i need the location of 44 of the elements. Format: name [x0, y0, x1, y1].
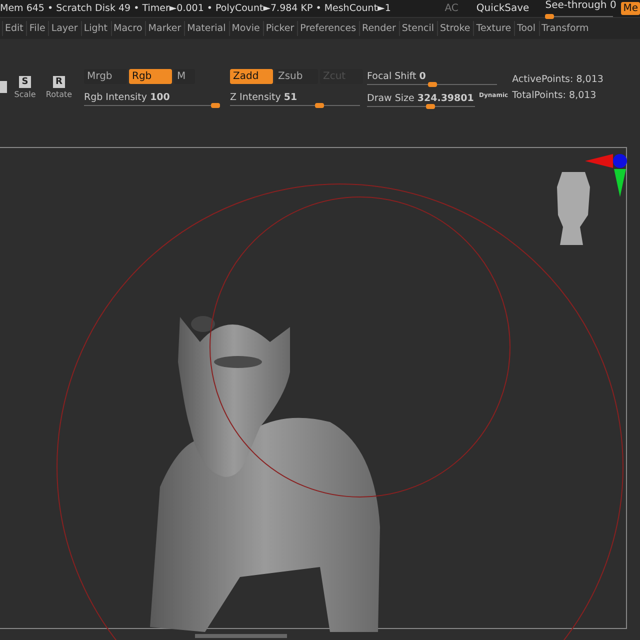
rgb-mode-toggle[interactable]: Mrgb	[84, 68, 127, 84]
see-through-slider-label: See-through 0	[545, 0, 616, 11]
tool-key-icon[interactable]: S	[19, 76, 31, 88]
ac-label[interactable]: AC	[444, 3, 458, 14]
z-mode-toggle[interactable]: Zadd	[230, 68, 273, 84]
slider-label: Focal Shift 0	[367, 70, 426, 82]
menu-item[interactable]: Stencil	[398, 21, 436, 36]
menu-item[interactable]: Stroke	[436, 21, 472, 36]
menu-item[interactable]: Edit	[2, 21, 26, 36]
menu-item[interactable]: Tool	[514, 21, 538, 36]
slider-thumb[interactable]	[426, 104, 436, 108]
axis-gizmo-icon	[585, 154, 627, 197]
menu-item[interactable]: Transform	[538, 21, 591, 36]
menu-item[interactable]: Marker	[145, 21, 184, 36]
rgb-mode-toggle[interactable]: Rgb	[129, 68, 172, 84]
menu-item[interactable]: Picker	[262, 21, 296, 36]
quicksave-button[interactable]: QuickSave	[476, 3, 530, 14]
menu-item[interactable]: Render	[359, 21, 398, 36]
tool-key-icon[interactable]: R	[53, 76, 65, 88]
points-count: ActivePoints: 8,013	[512, 74, 604, 84]
menu-item[interactable]: Material	[184, 21, 228, 36]
slider-label: Draw Size 324.39801	[367, 92, 474, 104]
status-stats: Mem 645 • Scratch Disk 49 • Timer►0.001 • PolyCount►7.984 KP • MeshCount►1	[0, 3, 391, 14]
tool-label[interactable]: Rotate	[46, 90, 72, 98]
menu-item[interactable]: Movie	[228, 21, 262, 36]
menu-button[interactable]: Me	[621, 2, 640, 15]
head-orientation-icon	[557, 172, 590, 245]
menu-item[interactable]: Layer	[48, 21, 80, 36]
menu-item[interactable]: Light	[80, 21, 110, 36]
slider-label: Z Intensity 51	[230, 92, 298, 102]
menu-item[interactable]: Preferences	[297, 21, 358, 36]
slider-thumb[interactable]	[545, 14, 554, 19]
rgb-mode-toggle[interactable]: M	[174, 68, 195, 84]
menu-item[interactable]: Texture	[473, 21, 514, 36]
slider-label: Rgb Intensity 100	[84, 92, 170, 102]
menu-item[interactable]: Macro	[110, 21, 144, 36]
slider-thumb[interactable]	[428, 82, 436, 86]
z-mode-toggle[interactable]: Zsub	[275, 68, 318, 84]
points-count: TotalPoints: 8,013	[512, 90, 598, 100]
scroll-handle[interactable]	[195, 634, 287, 638]
slider-thumb[interactable]	[211, 102, 220, 108]
tool-label[interactable]: Scale	[14, 90, 36, 98]
slider-thumb[interactable]	[314, 102, 324, 108]
menu-item[interactable]: File	[26, 21, 48, 36]
